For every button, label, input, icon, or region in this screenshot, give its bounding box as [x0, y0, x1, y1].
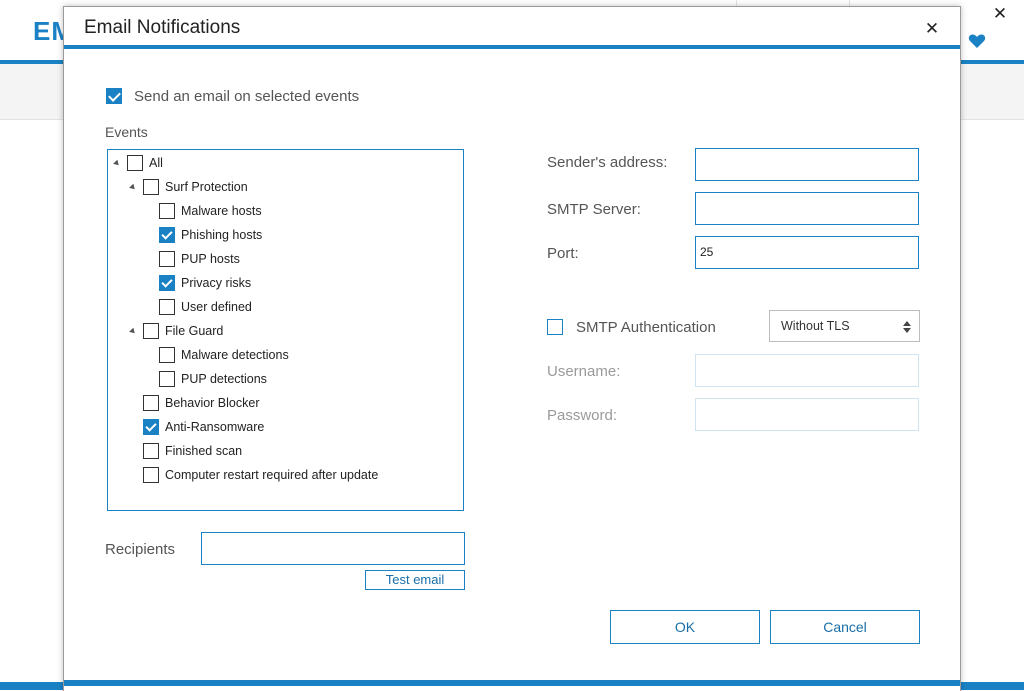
recipients-input[interactable]: [201, 532, 465, 565]
tree-item-label: Privacy risks: [181, 276, 252, 290]
send-email-checkbox[interactable]: [106, 88, 122, 104]
tree-checkbox[interactable]: [159, 203, 175, 219]
tree-item-restart-required[interactable]: Computer restart required after update: [143, 466, 453, 486]
ok-button[interactable]: OK: [610, 610, 760, 644]
send-email-label: Send an email on selected events: [134, 88, 360, 105]
updown-arrows-icon: [903, 321, 911, 333]
tree-item-label: Malware detections: [181, 348, 289, 362]
expand-arrow-icon[interactable]: [129, 327, 137, 336]
password-input[interactable]: [695, 398, 919, 431]
tree-item-label: Behavior Blocker: [165, 396, 260, 410]
tree-item-finished-scan[interactable]: Finished scan: [143, 442, 443, 462]
events-tree[interactable]: All Surf Protection Malware hosts Phishi…: [107, 149, 464, 511]
events-label: Events: [105, 124, 148, 140]
tree-item-label: All: [149, 156, 163, 170]
password-label: Password:: [547, 407, 618, 424]
tree-checkbox[interactable]: [127, 155, 143, 171]
email-notifications-dialog: Email Notifications ✕ Send an email on s…: [63, 6, 961, 691]
expand-arrow-icon[interactable]: [113, 159, 121, 168]
tree-item-label: Surf Protection: [165, 180, 248, 194]
tree-item-label: PUP detections: [181, 372, 267, 386]
cancel-button[interactable]: Cancel: [770, 610, 920, 644]
tree-checkbox[interactable]: [159, 251, 175, 267]
tree-checkbox[interactable]: [159, 227, 175, 243]
username-label: Username:: [547, 363, 621, 380]
tree-item-malware-detections[interactable]: Malware detections: [159, 346, 439, 366]
tree-item-malware-hosts[interactable]: Malware hosts: [159, 202, 439, 222]
tree-item-label: Malware hosts: [181, 204, 262, 218]
username-input[interactable]: [695, 354, 919, 387]
tree-item-surf-protection[interactable]: Surf Protection: [129, 178, 430, 198]
tree-checkbox[interactable]: [143, 179, 159, 195]
tree-item-label: User defined: [181, 300, 252, 314]
tree-item-label: Computer restart required after update: [165, 468, 379, 482]
tree-item-label: Phishing hosts: [181, 228, 263, 242]
expand-arrow-icon[interactable]: [129, 183, 137, 192]
tree-item-pup-hosts[interactable]: PUP hosts: [159, 250, 439, 270]
smtp-server-label: SMTP Server:: [547, 201, 641, 218]
sender-address-input[interactable]: [695, 148, 919, 181]
app-close-icon[interactable]: ✕: [990, 4, 1010, 24]
smtp-auth-checkbox[interactable]: [547, 319, 563, 335]
tree-item-label: Anti-Ransomware: [165, 420, 265, 434]
dialog-title: Email Notifications: [84, 17, 241, 38]
tree-item-privacy-risks[interactable]: Privacy risks: [159, 274, 439, 294]
tree-item-behavior-blocker[interactable]: Behavior Blocker: [143, 394, 443, 414]
tls-select[interactable]: Without TLS: [769, 310, 920, 342]
port-input[interactable]: 25: [695, 236, 919, 269]
tree-checkbox[interactable]: [159, 371, 175, 387]
tree-checkbox[interactable]: [159, 299, 175, 315]
tree-checkbox[interactable]: [143, 467, 159, 483]
tree-item-label: Finished scan: [165, 444, 243, 458]
tree-checkbox[interactable]: [143, 419, 159, 435]
tree-item-label: File Guard: [165, 324, 224, 338]
dialog-bottom-bar: [64, 680, 960, 686]
tree-checkbox[interactable]: [159, 275, 175, 291]
tree-item-user-defined[interactable]: User defined: [159, 298, 439, 318]
port-label: Port:: [547, 245, 579, 262]
smtp-server-input[interactable]: [695, 192, 919, 225]
title-accent-bar: [64, 45, 960, 49]
sender-address-label: Sender's address:: [547, 154, 668, 171]
tree-checkbox[interactable]: [143, 395, 159, 411]
heart-icon[interactable]: [968, 33, 986, 49]
tree-checkbox[interactable]: [143, 323, 159, 339]
tree-checkbox[interactable]: [143, 443, 159, 459]
tree-item-pup-detections[interactable]: PUP detections: [159, 370, 439, 390]
smtp-auth-label: SMTP Authentication: [576, 319, 716, 336]
tree-item-file-guard[interactable]: File Guard: [129, 322, 430, 342]
recipients-label: Recipients: [105, 541, 176, 558]
test-email-button[interactable]: Test email: [365, 570, 465, 590]
tree-item-phishing-hosts[interactable]: Phishing hosts: [159, 226, 439, 246]
tree-item-label: PUP hosts: [181, 252, 240, 266]
tree-item-anti-ransomware[interactable]: Anti-Ransomware: [143, 418, 443, 438]
close-icon[interactable]: ✕: [922, 19, 942, 39]
tree-item-all[interactable]: All: [113, 154, 414, 174]
tree-checkbox[interactable]: [159, 347, 175, 363]
tls-select-value: Without TLS: [781, 319, 850, 333]
